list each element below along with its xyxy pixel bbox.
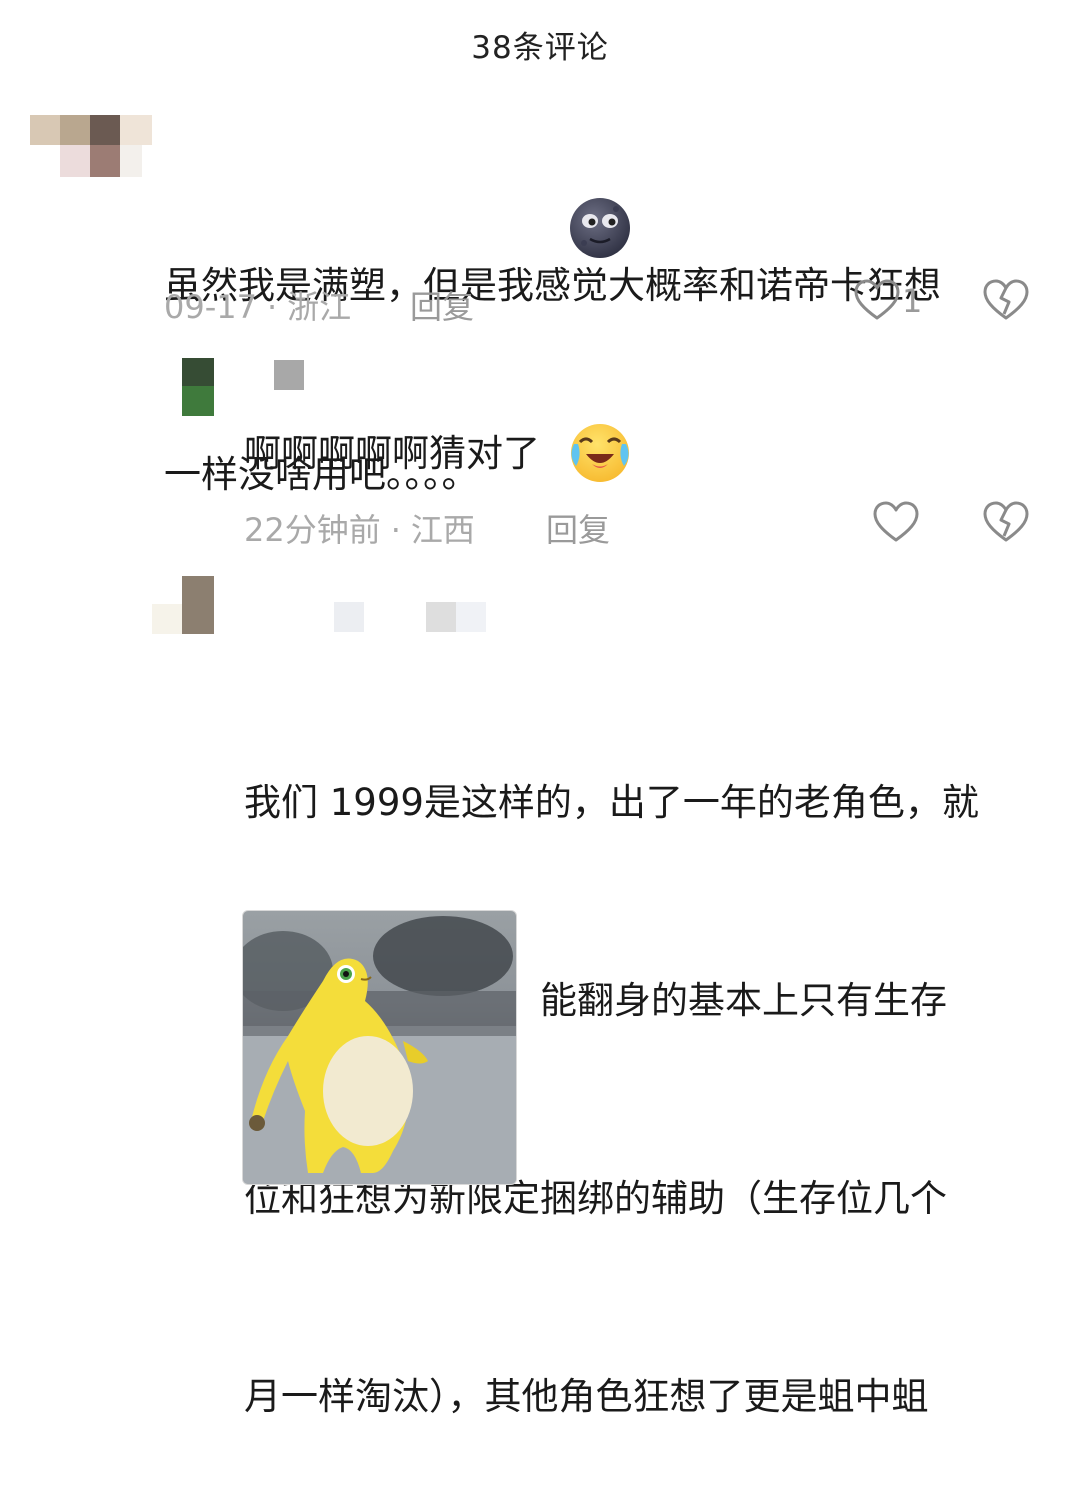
comment-meta: 22分钟前 · 江西 <box>244 505 475 551</box>
reply-button[interactable]: 回复 <box>410 282 474 328</box>
username[interactable] <box>334 602 488 632</box>
heart-icon[interactable] <box>872 500 920 544</box>
crying-laughing-face-emoji <box>571 424 629 482</box>
avatar[interactable] <box>30 115 152 177</box>
comment-date: 22分钟前 <box>244 511 381 549</box>
comment-line: 月一样淘汰），其他角色狂想了更是蛆中蛆 <box>244 1375 929 1418</box>
meta-separator: · <box>266 288 278 326</box>
comment-meta: 09-17 · 浙江 <box>164 282 351 328</box>
like-count: 1 <box>902 282 923 320</box>
new-moon-face-emoji <box>570 198 630 258</box>
heart-icon[interactable] <box>853 278 901 322</box>
username[interactable] <box>274 360 304 390</box>
comment-location: 江西 <box>410 511 475 549</box>
yellow-creature-illustration <box>243 916 516 1184</box>
meta-separator: · <box>390 511 401 549</box>
comment-text: 啊啊啊啊啊猜对了 <box>244 432 540 475</box>
comment-location: 浙江 <box>287 288 352 326</box>
comment-count-title: 38条评论 <box>471 30 609 66</box>
comment-line: 我们 1999是这样的，出了一年的老角色，就 <box>244 781 979 824</box>
comment-image[interactable] <box>242 910 517 1185</box>
comment-date: 09-17 <box>164 288 257 326</box>
avatar[interactable] <box>152 576 214 636</box>
avatar[interactable] <box>182 358 214 416</box>
broken-heart-icon[interactable] <box>982 500 1030 544</box>
reply-button[interactable]: 回复 <box>546 505 610 551</box>
broken-heart-icon[interactable] <box>982 278 1030 322</box>
